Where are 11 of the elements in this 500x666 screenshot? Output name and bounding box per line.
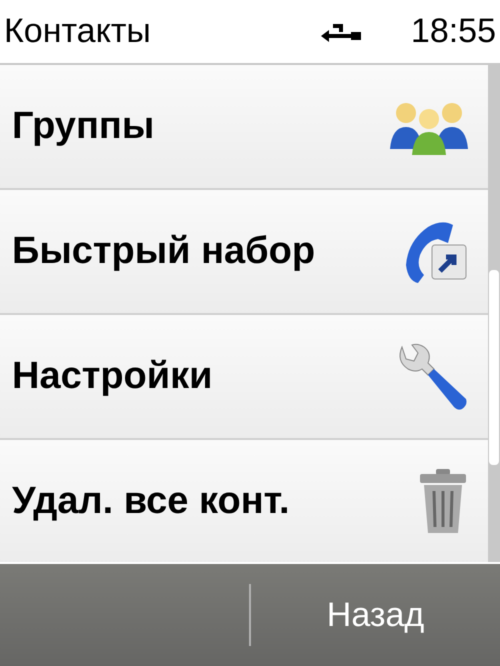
scrollbar-thumb[interactable] (489, 270, 499, 465)
trash-can-icon (418, 468, 468, 534)
menu-item[interactable]: Настройки (0, 315, 488, 440)
menu-item[interactable]: Группы (0, 65, 488, 190)
scrollbar-track[interactable] (488, 65, 500, 562)
back-softkey[interactable]: Назад (318, 590, 432, 640)
screen-title: Контакты (4, 11, 151, 52)
menu-item[interactable]: Удал. все конт. (0, 440, 488, 562)
usb-connection-icon (320, 22, 363, 42)
clock-time: 18:55 (410, 11, 496, 52)
menu-item[interactable]: Быстрый набор (0, 190, 488, 315)
